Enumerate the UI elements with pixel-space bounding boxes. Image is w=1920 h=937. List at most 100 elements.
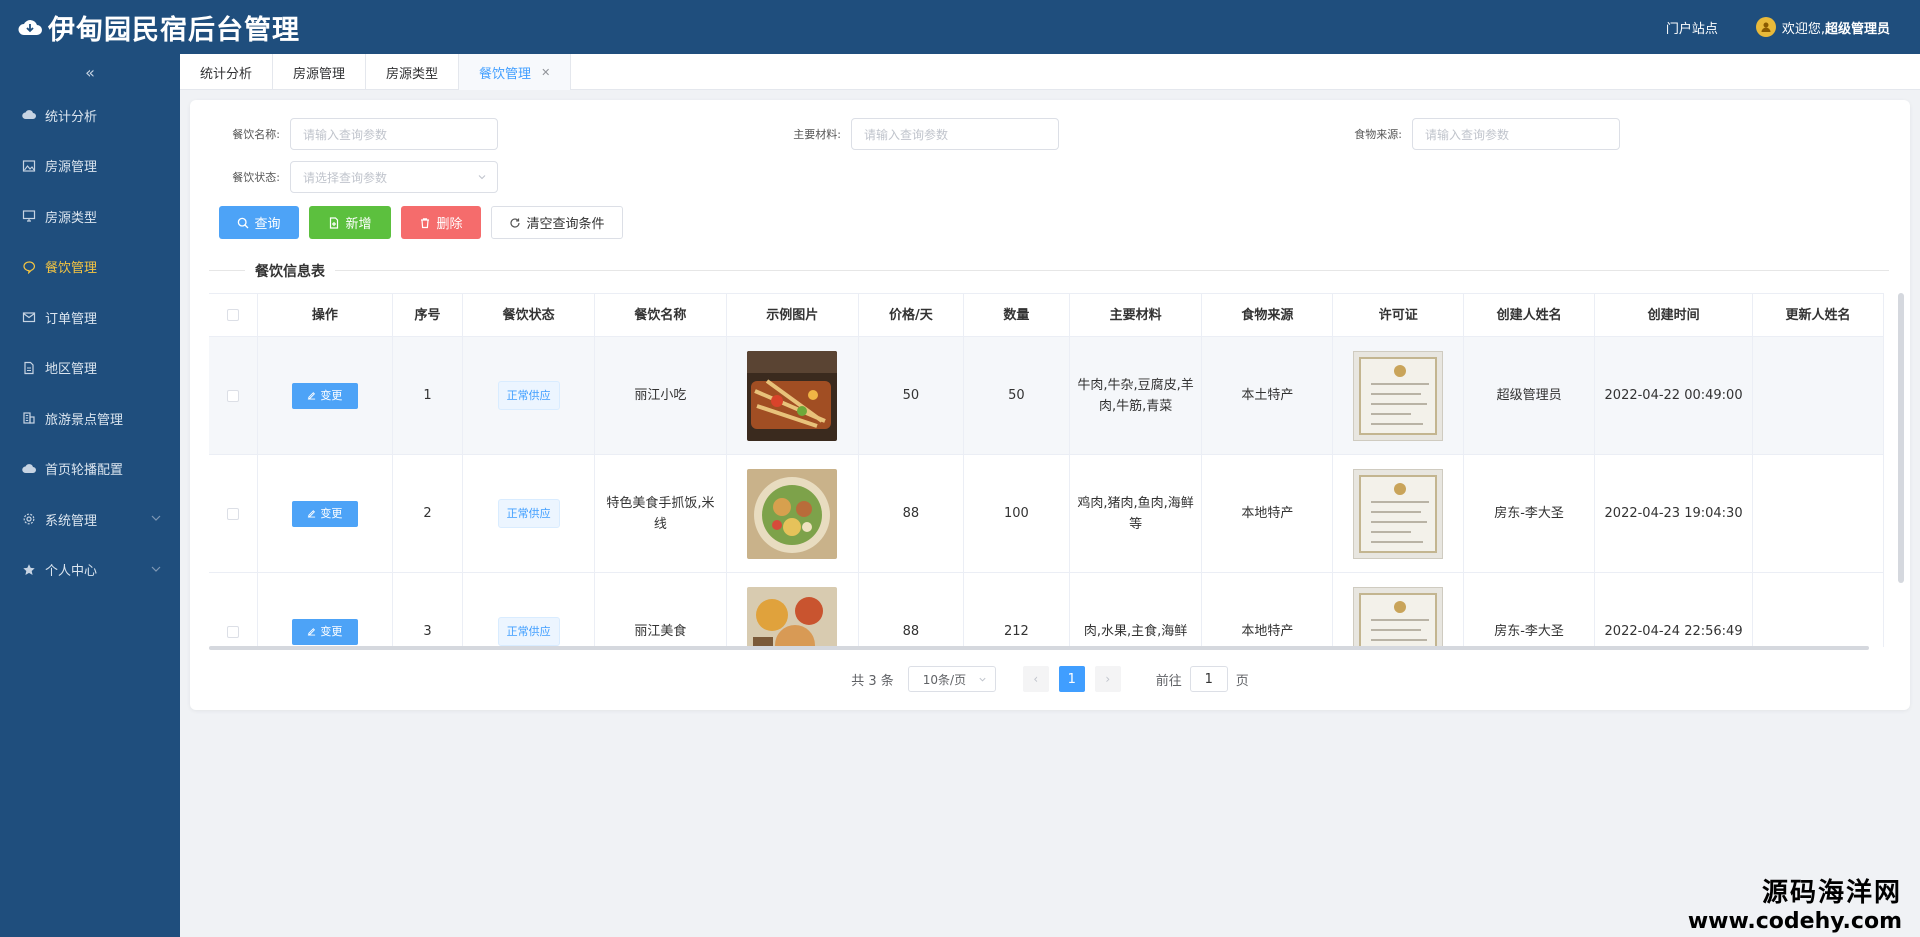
material-search-input[interactable]: 请输入查询参数 <box>851 118 1059 150</box>
row-checkbox[interactable] <box>227 389 240 402</box>
pagination: 共 3 条 10条/页 ‹ 1 › 前往 1 页 <box>190 666 1910 692</box>
clear-query-button[interactable]: 清空查询条件 <box>491 206 623 239</box>
quantity-cell: 50 <box>964 337 1070 454</box>
source-label: 食物来源: <box>1354 128 1402 141</box>
source-search-input[interactable]: 请输入查询参数 <box>1412 118 1620 150</box>
user-avatar-icon[interactable] <box>1755 17 1776 37</box>
prev-page-button[interactable]: ‹ <box>1022 666 1049 692</box>
sidebar-item-listing-types[interactable]: 房源类型 <box>0 191 180 242</box>
name-search-input[interactable]: 请输入查询参数 <box>290 118 498 150</box>
column-header: 创建人姓名 <box>1464 294 1596 336</box>
status-cell: 正常供应 <box>463 455 596 572</box>
status-badge: 正常供应 <box>497 617 560 646</box>
close-icon[interactable]: ✕ <box>541 66 550 79</box>
tab-statistics[interactable]: 统计分析 <box>180 54 274 90</box>
material-cell: 牛肉,牛杂,豆腐皮,羊肉,牛筋,青菜 <box>1070 337 1203 454</box>
sidebar-item-statistics[interactable]: 统计分析 <box>0 90 180 141</box>
table-row[interactable]: 变更 2 正常供应 特色美食手抓饭,米线 88 100 鸡肉,猪肉,鱼肉,海鲜等… <box>209 455 1884 573</box>
watermark-url: www.codehy.com <box>1687 909 1902 934</box>
sidebar-item-label: 餐饮管理 <box>45 261 98 277</box>
sidebar-item-orders[interactable]: 订单管理 <box>0 292 180 343</box>
top-header: 伊甸园民宿后台管理 门户站点 欢迎您,超级管理员 <box>0 0 1920 54</box>
emblem-icon <box>1394 482 1407 495</box>
image-cell <box>727 455 859 572</box>
emblem-icon <box>1394 600 1407 613</box>
chevron-down-icon <box>151 566 161 572</box>
license-image[interactable] <box>1353 586 1444 647</box>
price-cell: 50 <box>859 337 965 454</box>
edit-icon <box>308 628 316 636</box>
header-right: 门户站点 欢迎您,超级管理员 <box>1666 0 1890 54</box>
food-sample-image[interactable] <box>747 586 838 648</box>
emblem-icon <box>1394 364 1407 377</box>
current-user-name: 超级管理员 <box>1824 21 1890 37</box>
app-title: 伊甸园民宿后台管理 <box>48 14 300 46</box>
row-select-cell <box>209 455 259 572</box>
table-header-row: 操作 序号 餐饮状态 餐饮名称 示例图片 价格/天 数量 主要材料 食物来源 许… <box>209 294 1884 337</box>
sidebar-item-profile[interactable]: 个人中心 <box>0 545 180 596</box>
tab-listings[interactable]: 房源管理 <box>273 54 367 90</box>
column-header: 餐饮名称 <box>595 294 727 336</box>
index-cell: 1 <box>393 337 464 454</box>
table-row[interactable]: 变更 3 正常供应 丽江美食 88 212 肉,水果,主食,海鲜 本地特产 房东… <box>209 573 1884 647</box>
column-header: 创建时间 <box>1595 294 1754 336</box>
material-cell: 鸡肉,猪肉,鱼肉,海鲜等 <box>1070 455 1203 572</box>
change-button[interactable]: 变更 <box>291 500 358 527</box>
app-logo[interactable]: 伊甸园民宿后台管理 <box>0 8 300 47</box>
created-time-cell: 2022-04-23 19:04:30 <box>1595 455 1754 572</box>
tab-catering[interactable]: 餐饮管理 ✕ <box>459 54 572 90</box>
food-sample-image[interactable] <box>747 468 838 559</box>
updater-cell <box>1753 573 1884 647</box>
vertical-scrollbar[interactable] <box>1898 293 1904 583</box>
status-select[interactable]: 请选择查询参数 <box>290 161 498 193</box>
license-image[interactable] <box>1353 350 1444 441</box>
price-cell: 88 <box>859 573 965 647</box>
goto-page-input[interactable]: 1 <box>1189 666 1228 692</box>
welcome-text[interactable]: 欢迎您,超级管理员 <box>1782 18 1890 37</box>
sidebar-item-label: 首页轮播配置 <box>45 463 124 479</box>
sidebar-item-carousel[interactable]: 首页轮播配置 <box>0 444 180 495</box>
catering-table: 操作 序号 餐饮状态 餐饮名称 示例图片 价格/天 数量 主要材料 食物来源 许… <box>209 293 1884 647</box>
page-size-select[interactable]: 10条/页 <box>907 666 996 692</box>
row-checkbox[interactable] <box>227 507 240 520</box>
license-cell <box>1333 573 1465 647</box>
image-cell <box>727 573 859 647</box>
license-document <box>1359 592 1438 647</box>
sidebar-item-regions[interactable]: 地区管理 <box>0 343 180 394</box>
search-name-row: 餐饮名称: 请输入查询参数 <box>200 118 498 150</box>
sidebar-collapse-button[interactable]: « <box>0 54 180 90</box>
sidebar-item-system[interactable]: 系统管理 <box>0 494 180 545</box>
column-header: 价格/天 <box>859 294 965 336</box>
next-page-button[interactable]: › <box>1094 666 1121 692</box>
row-select-cell <box>209 573 259 647</box>
sidebar-item-label: 统计分析 <box>45 109 98 125</box>
divider <box>209 270 1889 271</box>
row-checkbox[interactable] <box>227 625 240 638</box>
license-image[interactable] <box>1353 468 1444 559</box>
page-number-current[interactable]: 1 <box>1058 666 1085 692</box>
add-button[interactable]: 新增 <box>309 206 391 239</box>
sidebar-item-label: 地区管理 <box>45 362 98 378</box>
status-label: 餐饮状态: <box>232 171 280 184</box>
sidebar-item-listings[interactable]: 房源管理 <box>0 141 180 192</box>
license-cell <box>1333 337 1465 454</box>
column-header: 更新人姓名 <box>1753 294 1884 336</box>
delete-button[interactable]: 删除 <box>401 206 481 239</box>
food-sample-image[interactable] <box>747 350 838 441</box>
creator-cell: 房东-李大圣 <box>1464 455 1596 572</box>
change-button[interactable]: 变更 <box>291 618 358 645</box>
column-header: 序号 <box>393 294 464 336</box>
query-button[interactable]: 查询 <box>219 206 299 239</box>
select-all-checkbox[interactable] <box>227 309 240 321</box>
tab-listing-types[interactable]: 房源类型 <box>366 54 460 90</box>
table-row[interactable]: 变更 1 正常供应 丽江小吃 50 50 牛肉,牛杂,豆腐皮,羊肉,牛筋,青菜 … <box>209 337 1884 455</box>
sidebar-item-catering[interactable]: 餐饮管理 <box>0 242 180 293</box>
portal-link[interactable]: 门户站点 <box>1666 18 1718 37</box>
change-button[interactable]: 变更 <box>291 382 358 409</box>
gear-icon <box>22 512 36 526</box>
column-header: 操作 <box>258 294 393 336</box>
source-cell: 本土特产 <box>1202 337 1334 454</box>
search-icon <box>238 217 249 228</box>
horizontal-scrollbar[interactable] <box>209 646 1869 650</box>
sidebar-item-attractions[interactable]: 旅游景点管理 <box>0 393 180 444</box>
